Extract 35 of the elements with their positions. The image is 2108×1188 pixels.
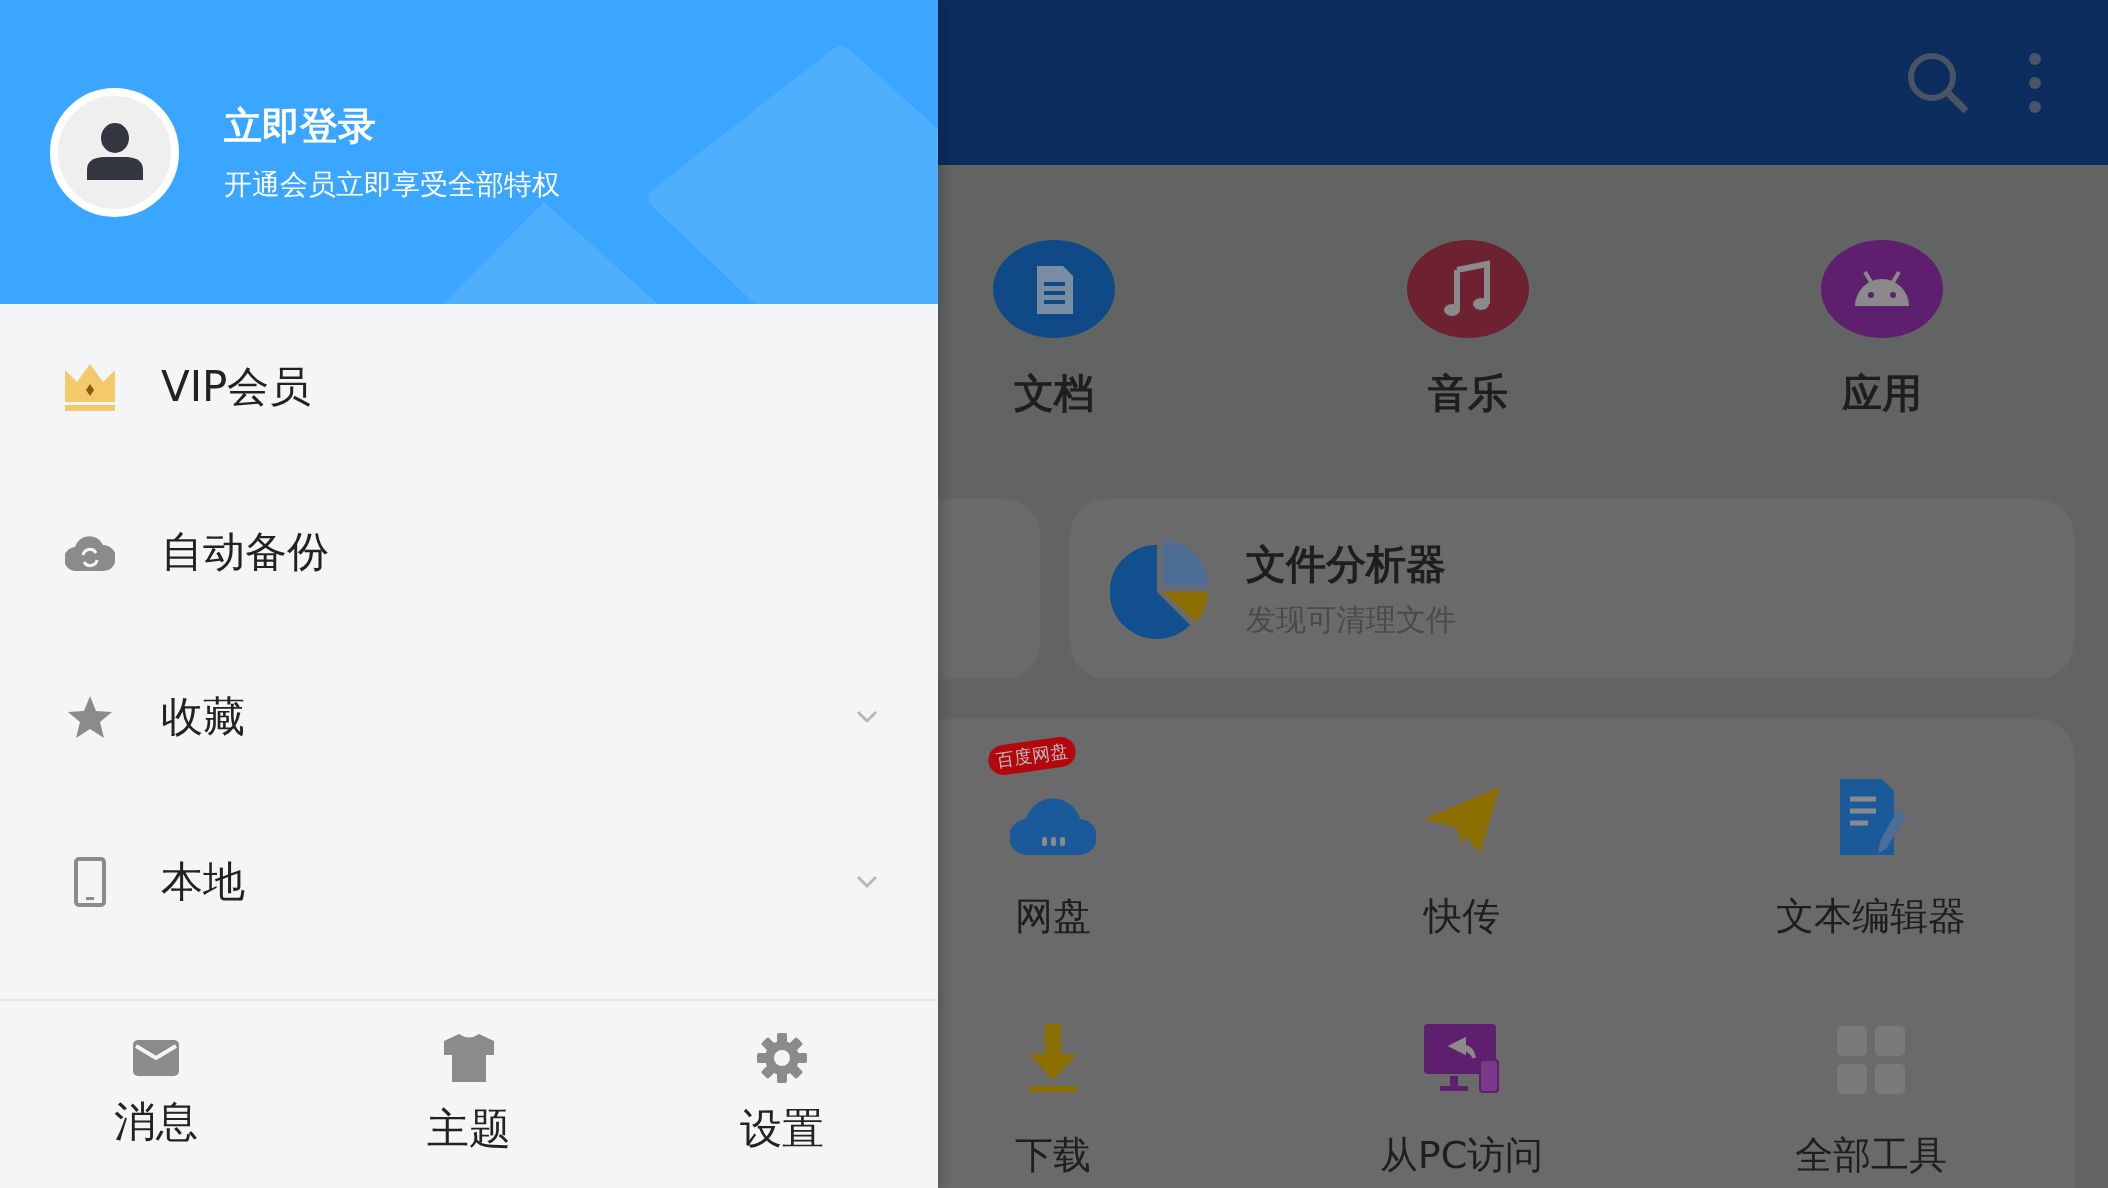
- menu-item[interactable]: 自动备份: [0, 469, 938, 634]
- login-title: 立即登录: [224, 102, 377, 150]
- pie-chart-icon: [1110, 539, 1210, 640]
- menu-item[interactable]: 本地: [0, 799, 938, 964]
- phone-icon: [74, 856, 106, 907]
- footer-button[interactable]: 主题: [312, 1001, 626, 1188]
- more-options-icon: [2028, 51, 2042, 114]
- tool-button[interactable]: 文本编辑器: [1666, 733, 2074, 943]
- category-button[interactable]: 文档: [938, 240, 1261, 421]
- settings-icon: [756, 1032, 807, 1083]
- tool-button[interactable]: 全部工具: [1666, 972, 2074, 1182]
- footer-button[interactable]: 消息: [0, 1001, 313, 1188]
- member-subtitle: 开通会员立即享受全部特权: [224, 166, 560, 203]
- menu-item[interactable]: VIP会员: [0, 304, 938, 469]
- tool-button[interactable]: 快传: [1257, 733, 1666, 943]
- tool-button[interactable]: 下载: [938, 972, 1257, 1182]
- search-icon: [1906, 50, 1970, 115]
- tool-button[interactable]: 从PC访问: [1257, 972, 1666, 1182]
- person-silhouette-icon: [84, 122, 145, 182]
- search-button[interactable]: [1906, 50, 1970, 115]
- category-button[interactable]: 音乐: [1261, 240, 1675, 421]
- document-icon: [993, 240, 1115, 338]
- star-icon: [67, 694, 113, 739]
- tool-button[interactable]: 百度网盘 网盘: [938, 733, 1257, 943]
- shirt-icon: [443, 1032, 495, 1083]
- profile-header[interactable]: 立即登录 开通会员立即享受全部特权: [0, 0, 938, 304]
- monitor-phone-icon: [1423, 1024, 1500, 1095]
- category-button[interactable]: 应用: [1675, 240, 2089, 421]
- envelope-icon: [133, 1039, 180, 1076]
- menu-item[interactable]: 收藏: [0, 634, 938, 799]
- more-menu-button[interactable]: [2028, 51, 2042, 114]
- music-note-icon: [1407, 240, 1529, 338]
- footer-button[interactable]: 设置: [625, 1001, 938, 1188]
- card-title: 文件分析器: [1246, 540, 1447, 590]
- android-icon: [1821, 240, 1943, 338]
